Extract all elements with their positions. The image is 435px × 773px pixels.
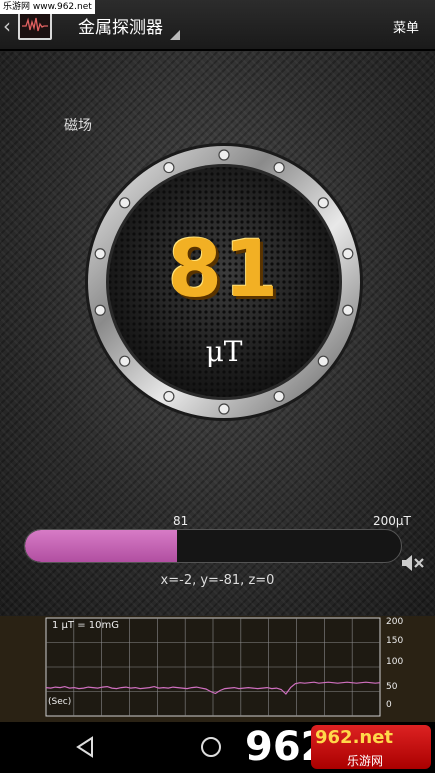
watermark-top: 乐游网 www.962.net — [0, 0, 95, 14]
app-title: 金属探测器 — [78, 18, 163, 38]
y-tick-150: 150 — [386, 636, 404, 646]
gauge-unit: μT — [205, 335, 243, 368]
field-strength-bar — [24, 529, 402, 563]
chevron-left-icon[interactable]: ‹ — [3, 14, 11, 38]
y-tick-0: 0 — [386, 700, 392, 710]
bolt — [317, 197, 329, 209]
graph-scale-label: 1 μT = 10mG — [52, 620, 119, 631]
menu-button[interactable]: 菜单 — [393, 17, 419, 36]
field-label: 磁场 — [64, 118, 92, 134]
nav-bar: 962 962.net 乐游网 — [0, 722, 435, 773]
field-strength-bar-fill — [25, 530, 178, 562]
y-tick-100: 100 — [386, 657, 404, 667]
watermark-logo: 962.net 乐游网 — [311, 725, 431, 769]
bar-max-label: 200μT — [373, 514, 411, 528]
gauge-reading: 81 — [167, 225, 281, 315]
bolt — [163, 390, 175, 403]
y-tick-200: 200 — [386, 617, 404, 627]
watermark-logo-sub: 乐游网 — [347, 754, 384, 768]
main-panel: 磁场 81 μT 81 200μT x=-2, y=-81, z=0 — [0, 51, 435, 616]
bar-value-label: 81 — [173, 514, 189, 528]
bolt — [273, 161, 285, 174]
bolt — [273, 390, 285, 403]
xyz-readout: x=-2, y=-81, z=0 — [160, 573, 275, 588]
watermark-logo-domain: 962.net — [315, 727, 394, 748]
y-tick-50: 50 — [386, 682, 398, 692]
history-graph: 1 μT = 10mG (Sec) 200 150 100 50 0 — [0, 616, 435, 722]
circle-home-icon[interactable] — [200, 736, 222, 758]
action-bar: 乐游网 www.962.net ‹ 金属探测器 菜单 — [0, 0, 435, 50]
speaker-mute-icon[interactable] — [400, 553, 426, 573]
bolt — [218, 149, 230, 161]
gauge: 81 μT — [83, 141, 365, 423]
graph-time-label: (Sec) — [48, 697, 72, 707]
overflow-indicator-icon — [170, 30, 180, 40]
app-icon[interactable] — [18, 10, 52, 40]
bolt — [119, 197, 131, 209]
triangle-back-icon[interactable] — [75, 736, 95, 758]
bolt — [163, 161, 175, 174]
bolt — [218, 403, 230, 415]
